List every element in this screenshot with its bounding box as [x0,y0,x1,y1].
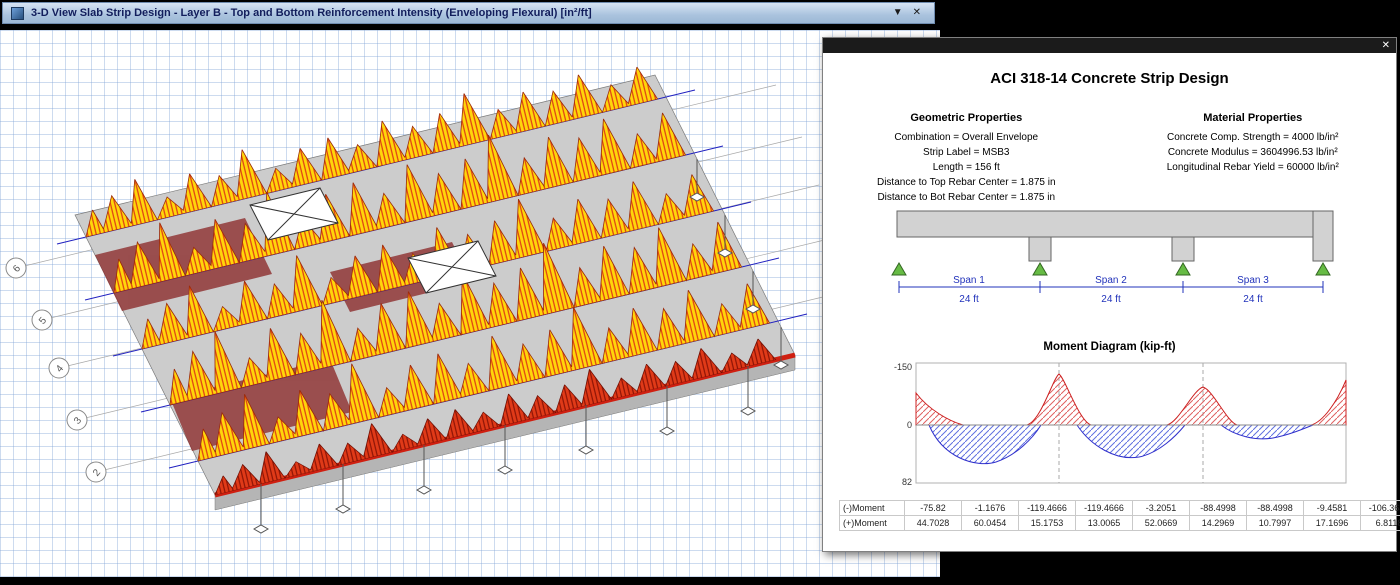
3d-model-drawing: 6 5 4 3 2 [0,30,940,577]
support-triangles [892,263,1330,275]
moment-value: 17.1696 [1304,516,1361,531]
close-icon[interactable]: ✕ [1382,41,1390,51]
moment-diagram: -150 0 82 [881,358,1351,498]
moment-value: 44.7028 [905,516,962,531]
geometric-properties-heading: Geometric Properties [823,112,1110,124]
table-row: (+)Moment 44.7028 60.0454 15.1753 13.006… [840,516,1400,531]
strip-design-report-panel: ✕ ACI 318-14 Concrete Strip Design Geome… [822,37,1397,552]
interior-column [1172,237,1194,261]
row-label: (-)Moment [840,501,905,516]
moment-value: -3.2051 [1133,501,1190,516]
material-properties-heading: Material Properties [1110,112,1397,124]
window-title: 3-D View Slab Strip Design - Layer B - T… [31,7,888,19]
moment-value: 13.0065 [1076,516,1133,531]
material-property: Concrete Comp. Strength = 4000 lb/in² [1110,130,1397,145]
moment-value: -1.1676 [962,501,1019,516]
moment-value: -75.82 [905,501,962,516]
row-label: (+)Moment [840,516,905,531]
moment-value: -106.3635 [1361,501,1400,516]
moment-value: -9.4581 [1304,501,1361,516]
material-property: Longitudinal Rebar Yield = 60000 lb/in² [1110,160,1397,175]
strip-slab [897,211,1329,237]
geometric-property: Strip Label = MSB3 [823,145,1110,160]
close-icon[interactable]: ✕ [908,3,926,23]
y-axis-min-label: 82 [902,477,912,487]
material-properties: Material Properties Concrete Comp. Stren… [1110,112,1397,205]
moment-value: -119.4666 [1019,501,1076,516]
span-label: Span 1 [953,275,985,286]
negative-moment-region [916,374,1346,425]
chevron-down-icon[interactable]: ▼ [888,3,908,23]
material-property: Concrete Modulus = 3604996.53 lb/in² [1110,145,1397,160]
properties-section: Geometric Properties Combination = Overa… [823,112,1396,205]
geometric-property: Combination = Overall Envelope [823,130,1110,145]
interior-column [1029,237,1051,261]
end-column [1313,211,1333,261]
strip-elevation-diagram: Span 1 24 ft Span 2 24 ft Span 3 24 ft [889,203,1359,313]
geometric-properties: Geometric Properties Combination = Overa… [823,112,1110,205]
3d-viewport[interactable]: 6 5 4 3 2 [0,30,940,577]
geometric-property: Distance to Top Rebar Center = 1.875 in [823,175,1110,190]
moment-value: 14.2969 [1190,516,1247,531]
y-axis-zero-label: 0 [907,420,912,430]
geometric-property: Length = 156 ft [823,160,1110,175]
moment-value: 6.8118 [1361,516,1400,531]
table-row: (-)Moment -75.82 -1.1676 -119.4666 -119.… [840,501,1400,516]
moment-value: -119.4666 [1076,501,1133,516]
moment-value: 15.1753 [1019,516,1076,531]
positive-moment-region [929,425,1313,464]
window-icon [11,7,24,20]
moment-value: 10.7997 [1247,516,1304,531]
moment-diagram-title: Moment Diagram (kip-ft) [823,341,1396,353]
report-title: ACI 318-14 Concrete Strip Design [823,70,1396,87]
span-length: 24 ft [1243,294,1263,305]
moment-value: 52.0669 [1133,516,1190,531]
moment-value: 60.0454 [962,516,1019,531]
span-length: 24 ft [1101,294,1121,305]
y-axis-max-label: -150 [894,362,912,372]
window-titlebar[interactable]: 3-D View Slab Strip Design - Layer B - T… [2,2,935,24]
moment-value: -88.4998 [1190,501,1247,516]
span-label: Span 3 [1237,275,1269,286]
report-panel-titlebar[interactable]: ✕ [823,38,1396,53]
moment-value: -88.4998 [1247,501,1304,516]
grid-bubbles: 6 5 4 3 2 [6,258,106,482]
span-label: Span 2 [1095,275,1127,286]
moment-results-table: (-)Moment -75.82 -1.1676 -119.4666 -119.… [839,500,1400,531]
span-length: 24 ft [959,294,979,305]
moment-plot-frame [916,363,1346,483]
